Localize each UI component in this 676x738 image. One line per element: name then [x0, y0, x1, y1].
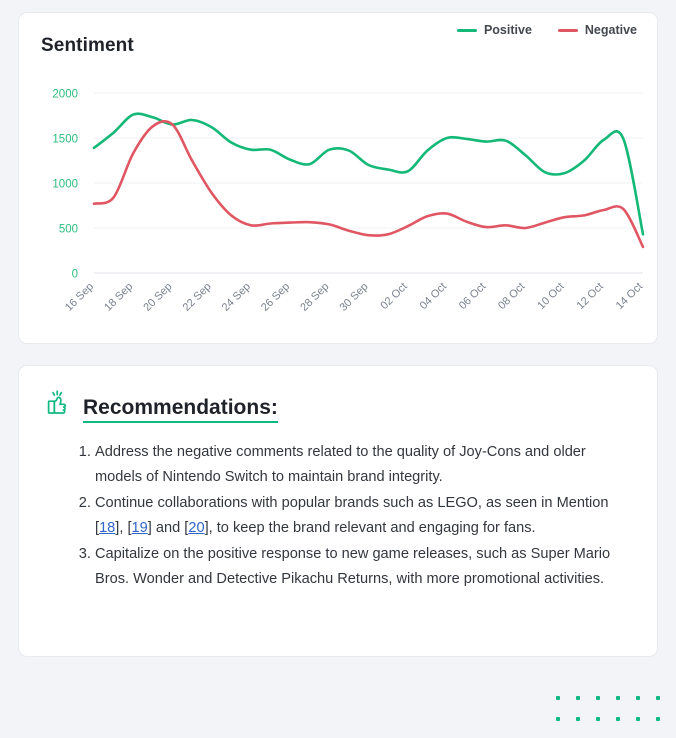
y-axis-tick-label: 500 — [59, 224, 78, 236]
decorative-dot — [556, 717, 560, 721]
recommendations-heading: Recommendations: — [83, 397, 278, 423]
legend-item-positive[interactable]: Positive — [457, 23, 532, 37]
mention-reference-link[interactable]: 18 — [99, 520, 115, 536]
recommendations-list: Address the negative comments related to… — [61, 440, 623, 593]
decorative-dot — [576, 696, 580, 700]
x-axis-tick-label: 20 Sep — [141, 281, 174, 314]
x-axis-tick-label: 12 Oct — [575, 281, 606, 312]
recommendation-item: Continue collaborations with popular bra… — [95, 491, 623, 541]
legend-swatch-negative-icon — [558, 29, 578, 32]
legend-item-negative[interactable]: Negative — [558, 23, 637, 37]
x-axis-tick-label: 08 Oct — [496, 281, 527, 312]
mention-reference-link[interactable]: 19 — [132, 520, 148, 536]
recommendation-item: Address the negative comments related to… — [95, 440, 623, 490]
chart-legend: Positive Negative — [457, 23, 637, 37]
decorative-dot-grid — [556, 696, 676, 738]
recommendations-card: Recommendations: Address the negative co… — [18, 365, 658, 657]
legend-label-positive: Positive — [484, 23, 532, 37]
x-axis-tick-label: 24 Sep — [220, 281, 253, 314]
x-axis-tick-label: 22 Sep — [181, 281, 214, 314]
y-axis-tick-label: 1500 — [52, 134, 78, 146]
recommendations-header: Recommendations: — [43, 388, 278, 423]
x-axis-tick-label: 18 Sep — [102, 281, 135, 314]
y-axis-tick-label: 1000 — [52, 179, 78, 191]
recommendation-item: Capitalize on the positive response to n… — [95, 542, 623, 592]
x-axis-tick-label: 26 Sep — [259, 281, 292, 314]
y-axis-tick-label: 0 — [72, 269, 78, 281]
decorative-dot — [576, 717, 580, 721]
chart-canvas: 0 500 1000 1500 2000 16 Sep18 Sep20 Sep22 Sep… — [19, 71, 659, 339]
decorative-dot — [636, 717, 640, 721]
sentiment-line-chart[interactable]: 0 500 1000 1500 2000 16 Sep18 Sep20 Sep22 Sep… — [19, 71, 659, 339]
legend-label-negative: Negative — [585, 23, 637, 37]
decorative-dot — [596, 717, 600, 721]
x-axis-tick-label: 14 Oct — [614, 281, 645, 312]
page-title: Sentiment — [41, 35, 134, 57]
decorative-dot — [616, 696, 620, 700]
x-axis-tick-label: 02 Oct — [378, 281, 409, 312]
thumbs-up-icon — [43, 388, 73, 423]
decorative-dot — [656, 717, 660, 721]
x-axis-tick-label: 30 Sep — [337, 281, 370, 314]
decorative-dot — [656, 696, 660, 700]
decorative-dot — [636, 696, 640, 700]
x-axis-tick-label: 04 Oct — [418, 281, 449, 312]
decorative-dot — [556, 696, 560, 700]
x-axis-tick-label: 10 Oct — [535, 281, 566, 312]
sentiment-card: Sentiment Positive Negative 0 500 1000 1500… — [18, 12, 658, 344]
x-axis-tick-label: 06 Oct — [457, 281, 488, 312]
mention-reference-link[interactable]: 20 — [188, 520, 204, 536]
y-axis-tick-label: 2000 — [52, 89, 78, 101]
x-axis-tick-label: 16 Sep — [63, 281, 96, 314]
legend-swatch-positive-icon — [457, 29, 477, 32]
x-axis-tick-label: 28 Sep — [298, 281, 331, 314]
decorative-dot — [596, 696, 600, 700]
decorative-dot — [616, 717, 620, 721]
